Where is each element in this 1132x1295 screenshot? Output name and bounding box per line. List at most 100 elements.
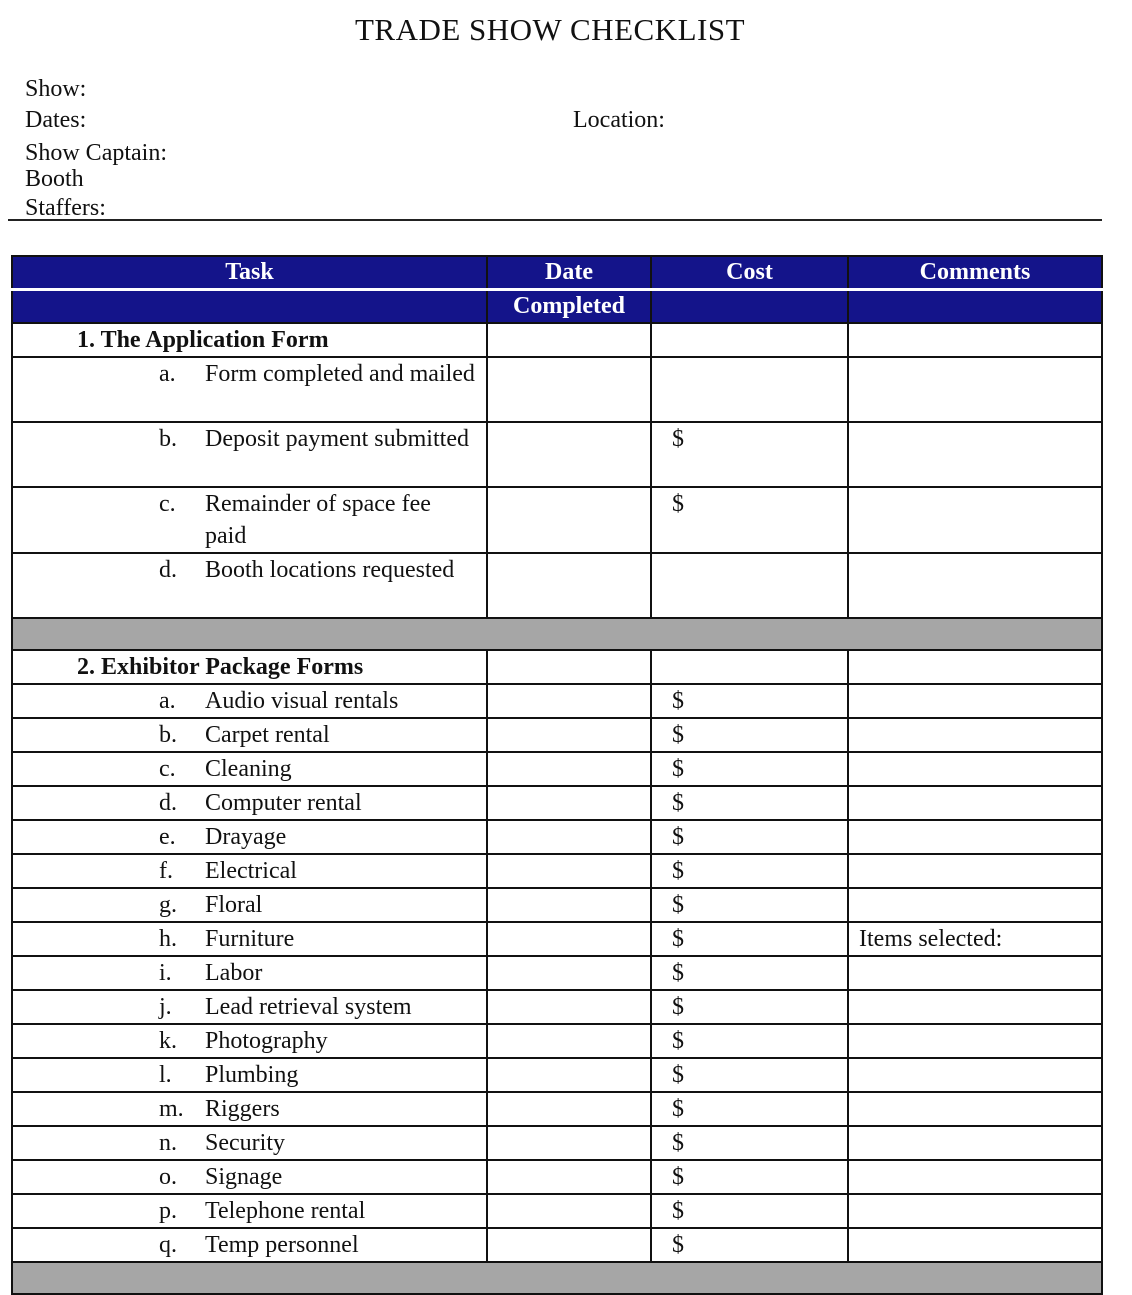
- task-text: Booth locations requested: [205, 557, 455, 583]
- header2-task: [11, 288, 488, 324]
- cost-cell[interactable]: $: [650, 1125, 849, 1161]
- comment-cell[interactable]: [847, 1159, 1103, 1195]
- date-cell[interactable]: [486, 649, 652, 685]
- comment-cell[interactable]: [847, 552, 1103, 619]
- cost-cell[interactable]: $: [650, 1091, 849, 1127]
- cost-cell[interactable]: $: [650, 683, 849, 719]
- location-label: Location:: [573, 107, 665, 133]
- cost-cell[interactable]: $: [650, 421, 849, 488]
- comment-cell[interactable]: [847, 853, 1103, 889]
- comment-cell[interactable]: [847, 356, 1103, 423]
- item-letter: c.: [159, 756, 176, 782]
- table-row: j. Lead retrieval system $: [11, 989, 1103, 1025]
- date-cell[interactable]: [486, 751, 652, 787]
- date-cell[interactable]: [486, 421, 652, 488]
- date-cell[interactable]: [486, 717, 652, 753]
- item-letter: g.: [159, 892, 177, 918]
- table-row: k. Photography $: [11, 1023, 1103, 1059]
- comment-cell[interactable]: [847, 887, 1103, 923]
- item-letter: o.: [159, 1164, 177, 1190]
- date-cell[interactable]: [486, 1057, 652, 1093]
- cost-cell[interactable]: [650, 356, 849, 423]
- task-cell: j. Lead retrieval system: [11, 989, 488, 1025]
- cost-cell[interactable]: $: [650, 853, 849, 889]
- date-cell[interactable]: [486, 1125, 652, 1161]
- comment-cell[interactable]: [847, 1125, 1103, 1161]
- task-cell: d. Booth locations requested: [11, 552, 488, 619]
- task-cell: q. Temp personnel: [11, 1227, 488, 1263]
- task-cell: e. Drayage: [11, 819, 488, 855]
- comment-cell[interactable]: [847, 717, 1103, 753]
- cost-cell[interactable]: $: [650, 751, 849, 787]
- show-label: Show:: [25, 76, 87, 102]
- cost-cell[interactable]: $: [650, 1023, 849, 1059]
- date-cell[interactable]: [486, 1193, 652, 1229]
- task-cell: c. Remainder of space fee paid: [11, 486, 488, 554]
- date-cell[interactable]: [486, 1091, 652, 1127]
- comment-cell[interactable]: [847, 751, 1103, 787]
- cost-cell[interactable]: $: [650, 1057, 849, 1093]
- cost-cell[interactable]: [650, 322, 849, 358]
- comment-cell[interactable]: [847, 955, 1103, 991]
- header2-cost: [650, 288, 849, 324]
- task-cell: i. Labor: [11, 955, 488, 991]
- date-cell[interactable]: [486, 819, 652, 855]
- comment-cell[interactable]: [847, 1091, 1103, 1127]
- date-cell[interactable]: [486, 322, 652, 358]
- cost-cell[interactable]: $: [650, 887, 849, 923]
- cost-cell[interactable]: $: [650, 1159, 849, 1195]
- date-cell[interactable]: [486, 1227, 652, 1263]
- cost-cell[interactable]: $: [650, 717, 849, 753]
- comment-cell[interactable]: [847, 785, 1103, 821]
- cost-cell[interactable]: $: [650, 1193, 849, 1229]
- comment-cell[interactable]: [847, 486, 1103, 554]
- date-cell[interactable]: [486, 887, 652, 923]
- table-row: h. Furniture $ Items selected:: [11, 921, 1103, 957]
- cost-cell[interactable]: $: [650, 785, 849, 821]
- date-cell[interactable]: [486, 785, 652, 821]
- task-text: Signage: [205, 1164, 283, 1190]
- comment-cell[interactable]: Items selected:: [847, 921, 1103, 957]
- date-cell[interactable]: [486, 486, 652, 554]
- date-cell[interactable]: [486, 356, 652, 423]
- cost-cell[interactable]: $: [650, 955, 849, 991]
- date-cell[interactable]: [486, 989, 652, 1025]
- comment-cell[interactable]: [847, 989, 1103, 1025]
- comment-cell[interactable]: [847, 819, 1103, 855]
- cost-cell[interactable]: $: [650, 1227, 849, 1263]
- comment-cell[interactable]: [847, 1193, 1103, 1229]
- task-text: Temp personnel: [205, 1232, 359, 1258]
- task-cell: k. Photography: [11, 1023, 488, 1059]
- page-title: TRADE SHOW CHECKLIST: [354, 12, 746, 47]
- header2-comments: [847, 288, 1103, 324]
- cost-cell[interactable]: $: [650, 921, 849, 957]
- task-text: Telephone rental: [205, 1198, 366, 1224]
- comment-cell[interactable]: [847, 1057, 1103, 1093]
- comment-cell[interactable]: [847, 1227, 1103, 1263]
- date-cell[interactable]: [486, 1023, 652, 1059]
- date-cell[interactable]: [486, 552, 652, 619]
- date-cell[interactable]: [486, 955, 652, 991]
- task-text: Photography: [205, 1028, 328, 1054]
- item-letter: p.: [159, 1198, 177, 1224]
- cost-cell[interactable]: $: [650, 819, 849, 855]
- comment-cell[interactable]: [847, 421, 1103, 488]
- date-cell[interactable]: [486, 853, 652, 889]
- comment-cell[interactable]: [847, 649, 1103, 685]
- comment-cell[interactable]: [847, 683, 1103, 719]
- cost-cell[interactable]: $: [650, 486, 849, 554]
- item-letter: f.: [159, 858, 173, 884]
- section-title: 1. The Application Form: [11, 322, 488, 358]
- task-text: Security: [205, 1130, 285, 1156]
- comment-cell[interactable]: [847, 322, 1103, 358]
- cost-cell[interactable]: $: [650, 989, 849, 1025]
- task-text: Furniture: [205, 926, 295, 952]
- cost-cell[interactable]: [650, 552, 849, 619]
- cost-cell[interactable]: [650, 649, 849, 685]
- date-cell[interactable]: [486, 921, 652, 957]
- table-row: n. Security $: [11, 1125, 1103, 1161]
- task-text: Carpet rental: [205, 722, 330, 748]
- date-cell[interactable]: [486, 683, 652, 719]
- comment-cell[interactable]: [847, 1023, 1103, 1059]
- date-cell[interactable]: [486, 1159, 652, 1195]
